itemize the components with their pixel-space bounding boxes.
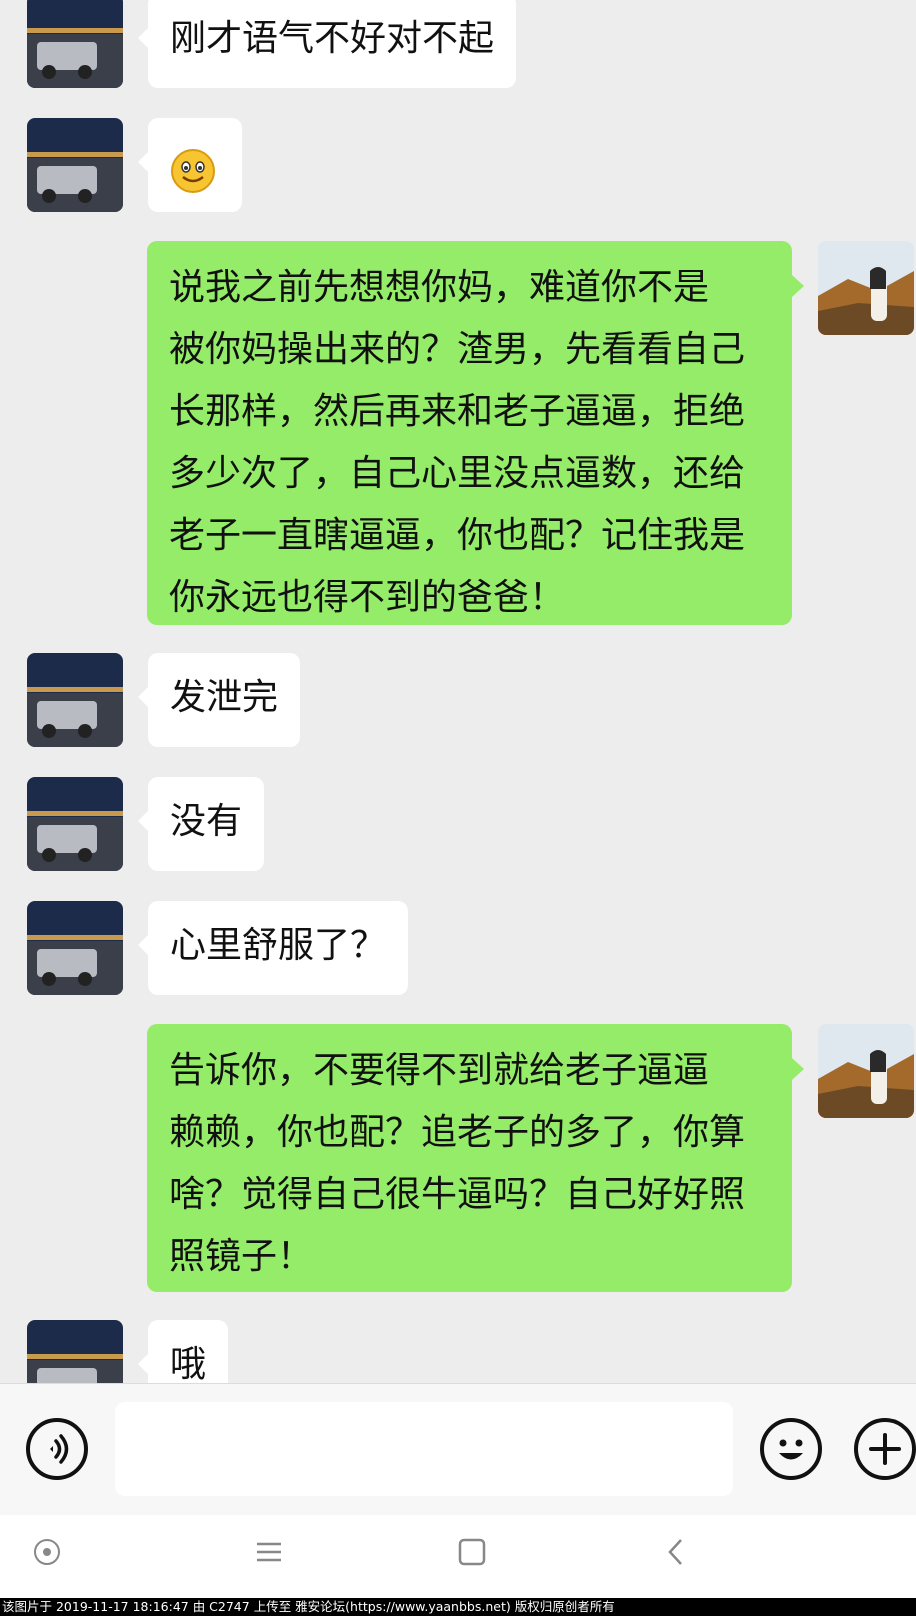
message-text: 心里舒服了？ bbox=[170, 925, 387, 966]
back-chevron-icon[interactable] bbox=[662, 1537, 692, 1567]
message-line: 老子一直瞎逼逼，你也配？记住我是 bbox=[169, 515, 746, 556]
message-line: 长那样，然后再来和老子逼逼，拒绝 bbox=[169, 391, 746, 432]
message-bubble-incoming[interactable]: 没有 bbox=[137, 777, 265, 871]
watermark-caption: 该图片于 2019-11-17 18:16:47 由 C2747 上传至 雅安论… bbox=[0, 1598, 916, 1616]
message-line: 被你妈操出来的？渣男，先看看自己 bbox=[169, 329, 746, 370]
voice-button[interactable] bbox=[26, 1418, 88, 1480]
message-bubble-outgoing[interactable]: 说我之前先想想你妈，难道你不是 被你妈操出来的？渣男，先看看自己 长那样，然后再… bbox=[147, 241, 804, 625]
my-avatar[interactable] bbox=[818, 1024, 914, 1118]
message-text: 没有 bbox=[170, 801, 243, 842]
chat-area[interactable]: 刚才语气不好对不起 说我之前先想想你妈，难道你不是 被你妈操出来的？渣男，先看看… bbox=[0, 0, 916, 1383]
emoji-icon bbox=[779, 1439, 803, 1460]
my-avatar[interactable] bbox=[818, 241, 914, 335]
square-icon[interactable] bbox=[457, 1537, 487, 1567]
emoji-button[interactable] bbox=[760, 1418, 822, 1480]
message-line: 赖赖，你也配？追老子的多了，你算 bbox=[169, 1112, 746, 1153]
message-bubble-incoming[interactable]: 发泄完 bbox=[137, 653, 301, 747]
message-bubble-incoming[interactable] bbox=[138, 118, 242, 212]
input-bar bbox=[0, 1383, 916, 1516]
message-line: 照镜子！ bbox=[169, 1236, 314, 1277]
system-navigation-bar bbox=[0, 1515, 916, 1598]
message-bubble-outgoing[interactable]: 告诉你，不要得不到就给老子逼逼 赖赖，你也配？追老子的多了，你算 啥？觉得自己很… bbox=[147, 1024, 804, 1292]
contact-avatar[interactable] bbox=[27, 0, 123, 88]
message-line: 啥？觉得自己很牛逼吗？自己好好照 bbox=[169, 1174, 746, 1215]
message-text: 哦 bbox=[170, 1344, 207, 1383]
plus-icon bbox=[869, 1433, 901, 1465]
message-bubble-incoming[interactable]: 哦 bbox=[137, 1320, 229, 1383]
message-bubble-incoming[interactable]: 刚才语气不好对不起 bbox=[137, 0, 517, 88]
plus-button[interactable] bbox=[854, 1418, 916, 1480]
message-bubble-incoming[interactable]: 心里舒服了？ bbox=[137, 901, 409, 995]
message-input[interactable] bbox=[115, 1402, 733, 1496]
message-line: 说我之前先想想你妈，难道你不是 bbox=[169, 267, 710, 308]
contact-avatar[interactable] bbox=[27, 653, 123, 747]
smile-emoji-icon bbox=[171, 149, 215, 193]
message-line: 你永远也得不到的爸爸！ bbox=[169, 577, 566, 618]
home-circle-icon[interactable] bbox=[32, 1537, 62, 1567]
menu-lines-icon[interactable] bbox=[254, 1537, 284, 1567]
contact-avatar[interactable] bbox=[27, 901, 123, 995]
message-line: 告诉你，不要得不到就给老子逼逼 bbox=[169, 1050, 710, 1091]
message-text: 发泄完 bbox=[170, 677, 279, 718]
contact-avatar[interactable] bbox=[27, 1320, 123, 1383]
contact-avatar[interactable] bbox=[27, 777, 123, 871]
contact-avatar[interactable] bbox=[27, 118, 123, 212]
message-text: 刚才语气不好对不起 bbox=[170, 18, 495, 59]
voice-icon bbox=[50, 1434, 69, 1464]
message-line: 多少次了，自己心里没点逼数，还给 bbox=[169, 453, 746, 494]
